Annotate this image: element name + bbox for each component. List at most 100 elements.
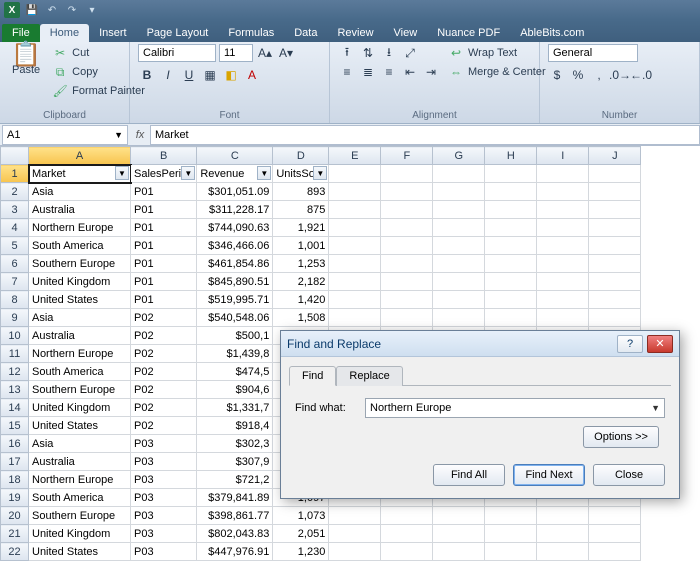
row-header[interactable]: 16 bbox=[1, 435, 29, 453]
filter-button[interactable]: ▼ bbox=[181, 166, 195, 180]
cell[interactable] bbox=[381, 291, 433, 309]
col-header-B[interactable]: B bbox=[131, 147, 197, 165]
cell[interactable] bbox=[433, 219, 485, 237]
cell[interactable] bbox=[589, 201, 641, 219]
tab-insert[interactable]: Insert bbox=[89, 24, 137, 42]
cell[interactable] bbox=[381, 237, 433, 255]
cell[interactable]: P03 bbox=[131, 471, 197, 489]
cell[interactable] bbox=[329, 201, 381, 219]
undo-icon[interactable]: ↶ bbox=[44, 2, 60, 18]
cell[interactable]: $379,841.89 bbox=[197, 489, 273, 507]
row-header[interactable]: 2 bbox=[1, 183, 29, 201]
fx-icon[interactable]: fx bbox=[130, 129, 150, 141]
cell[interactable]: $398,861.77 bbox=[197, 507, 273, 525]
cell[interactable] bbox=[381, 219, 433, 237]
cell[interactable] bbox=[537, 237, 589, 255]
cell[interactable] bbox=[485, 291, 537, 309]
cell[interactable] bbox=[537, 525, 589, 543]
cell[interactable] bbox=[485, 165, 537, 183]
find-what-input[interactable]: Northern Europe ▼ bbox=[365, 398, 665, 418]
underline-button[interactable]: U bbox=[180, 66, 198, 84]
cell[interactable]: United Kingdom bbox=[29, 273, 131, 291]
increase-font-icon[interactable]: A▴ bbox=[256, 44, 274, 62]
cell[interactable] bbox=[589, 255, 641, 273]
cell[interactable] bbox=[381, 201, 433, 219]
cell[interactable]: P01 bbox=[131, 291, 197, 309]
cell[interactable] bbox=[381, 525, 433, 543]
cell[interactable]: $519,995.71 bbox=[197, 291, 273, 309]
currency-icon[interactable]: $ bbox=[548, 66, 566, 84]
cell[interactable]: $302,3 bbox=[197, 435, 273, 453]
cell[interactable]: 1,921 bbox=[273, 219, 329, 237]
name-box[interactable]: A1 ▼ bbox=[2, 125, 128, 145]
cell[interactable]: Asia bbox=[29, 183, 131, 201]
row-header[interactable]: 3 bbox=[1, 201, 29, 219]
cell[interactable]: P01 bbox=[131, 219, 197, 237]
cell[interactable] bbox=[589, 237, 641, 255]
col-header-F[interactable]: F bbox=[381, 147, 433, 165]
tab-nuance-pdf[interactable]: Nuance PDF bbox=[427, 24, 510, 42]
cell[interactable]: 1,420 bbox=[273, 291, 329, 309]
cell[interactable]: $845,890.51 bbox=[197, 273, 273, 291]
cell[interactable]: South America bbox=[29, 363, 131, 381]
cell[interactable]: Asia bbox=[29, 435, 131, 453]
col-header-C[interactable]: C bbox=[197, 147, 273, 165]
cell[interactable]: $311,228.17 bbox=[197, 201, 273, 219]
select-all-corner[interactable] bbox=[1, 147, 29, 165]
align-center-icon[interactable]: ≣ bbox=[359, 63, 377, 81]
cell[interactable]: P03 bbox=[131, 525, 197, 543]
col-header-A[interactable]: A bbox=[29, 147, 131, 165]
cell[interactable] bbox=[589, 219, 641, 237]
row-header[interactable]: 13 bbox=[1, 381, 29, 399]
cell[interactable] bbox=[433, 183, 485, 201]
cell[interactable] bbox=[485, 237, 537, 255]
row-header[interactable]: 10 bbox=[1, 327, 29, 345]
chevron-down-icon[interactable]: ▼ bbox=[651, 403, 660, 413]
cell[interactable]: United Kingdom bbox=[29, 525, 131, 543]
cell[interactable]: $447,976.91 bbox=[197, 543, 273, 561]
cell[interactable] bbox=[537, 507, 589, 525]
cell[interactable] bbox=[433, 201, 485, 219]
decrease-decimal-icon[interactable]: ←.0 bbox=[632, 66, 650, 84]
decrease-indent-icon[interactable]: ⇤ bbox=[401, 63, 419, 81]
cell[interactable] bbox=[329, 165, 381, 183]
tab-review[interactable]: Review bbox=[327, 24, 383, 42]
cell[interactable] bbox=[537, 219, 589, 237]
cell[interactable]: United States bbox=[29, 543, 131, 561]
redo-icon[interactable]: ↷ bbox=[64, 2, 80, 18]
row-header[interactable]: 11 bbox=[1, 345, 29, 363]
font-size-select[interactable] bbox=[219, 44, 253, 62]
cell[interactable] bbox=[485, 525, 537, 543]
percent-icon[interactable]: % bbox=[569, 66, 587, 84]
cell[interactable] bbox=[433, 525, 485, 543]
cell[interactable]: 875 bbox=[273, 201, 329, 219]
row-header[interactable]: 22 bbox=[1, 543, 29, 561]
cell[interactable] bbox=[329, 543, 381, 561]
cell[interactable]: South America bbox=[29, 237, 131, 255]
row-header[interactable]: 6 bbox=[1, 255, 29, 273]
cell[interactable]: P02 bbox=[131, 363, 197, 381]
cell[interactable]: 2,182 bbox=[273, 273, 329, 291]
help-button[interactable]: ? bbox=[617, 335, 643, 353]
tab-replace[interactable]: Replace bbox=[336, 366, 402, 386]
cell[interactable]: $500,1 bbox=[197, 327, 273, 345]
orientation-icon[interactable]: ⤢ bbox=[401, 44, 419, 62]
cell[interactable] bbox=[381, 165, 433, 183]
merge-center-button[interactable]: ⇔Merge & Center bbox=[446, 63, 548, 81]
cell[interactable]: $301,051.09 bbox=[197, 183, 273, 201]
cell[interactable] bbox=[589, 543, 641, 561]
find-all-button[interactable]: Find All bbox=[433, 464, 505, 486]
filter-button[interactable]: ▼ bbox=[257, 166, 271, 180]
cell[interactable]: 1,073 bbox=[273, 507, 329, 525]
align-right-icon[interactable]: ≡ bbox=[380, 63, 398, 81]
cell[interactable]: P01 bbox=[131, 201, 197, 219]
col-header-H[interactable]: H bbox=[485, 147, 537, 165]
tab-ablebits-com[interactable]: AbleBits.com bbox=[510, 24, 594, 42]
row-header[interactable]: 4 bbox=[1, 219, 29, 237]
cell[interactable] bbox=[485, 273, 537, 291]
cell[interactable]: South America bbox=[29, 489, 131, 507]
cell[interactable] bbox=[381, 273, 433, 291]
cell[interactable]: UnitsSold▼ bbox=[273, 165, 329, 183]
align-bottom-icon[interactable]: ⭳ bbox=[380, 44, 398, 62]
cell[interactable] bbox=[485, 543, 537, 561]
